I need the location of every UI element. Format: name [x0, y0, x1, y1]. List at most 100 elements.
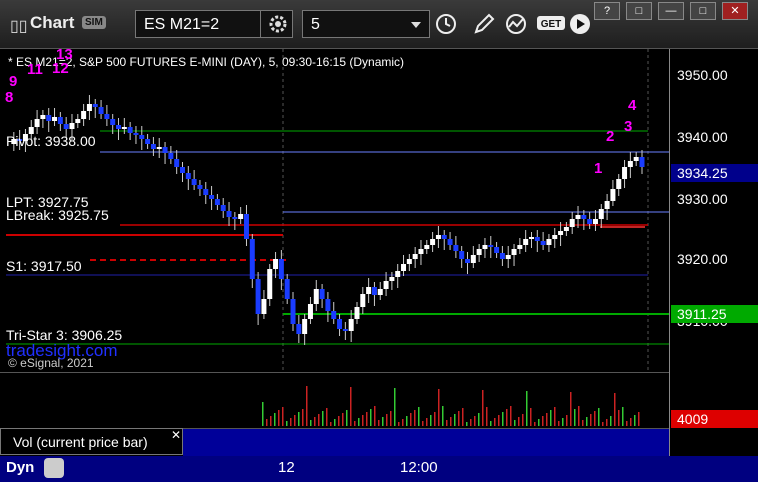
clock-icon[interactable]	[434, 12, 458, 36]
count-label: 9	[9, 73, 18, 90]
maximize-button[interactable]: □	[690, 2, 716, 20]
volume-bar	[410, 413, 412, 426]
candle-body	[325, 299, 331, 311]
candle-body	[540, 241, 546, 245]
candle-body	[569, 219, 575, 227]
candle-body	[307, 304, 313, 319]
volume-bar	[270, 416, 272, 426]
candle-body	[505, 255, 511, 259]
volume-bar	[282, 407, 284, 426]
window-title: Chart	[30, 13, 75, 32]
candle-body	[249, 239, 255, 279]
help-button[interactable]: ?	[594, 2, 620, 20]
volume-bar	[386, 414, 388, 426]
candle-body	[69, 123, 75, 129]
candle-body	[476, 249, 482, 255]
volume-bar	[442, 406, 444, 426]
volume-bar	[558, 421, 560, 426]
get-data-icon[interactable]: GET	[536, 12, 566, 36]
y-tick-label: 3950.00	[677, 67, 728, 83]
candle-body	[57, 117, 63, 124]
candle-body	[587, 219, 593, 224]
play-icon[interactable]	[568, 12, 592, 36]
interval-select[interactable]: 5	[302, 10, 430, 38]
candle-body	[581, 215, 587, 219]
volume-canvas	[262, 386, 640, 426]
indicator-icon[interactable]	[504, 12, 528, 36]
candle-body	[494, 247, 500, 253]
volume-bar	[446, 420, 448, 426]
candle-body	[598, 209, 604, 219]
dyn-button[interactable]: Dyn	[0, 456, 44, 482]
candle-body	[639, 157, 645, 167]
candle-body	[459, 251, 465, 259]
candle-body	[127, 127, 133, 133]
candle-body	[40, 115, 46, 119]
candle-body	[447, 239, 453, 245]
gear-icon[interactable]	[268, 14, 288, 34]
candle-body	[633, 157, 639, 161]
candle-body	[499, 253, 505, 259]
volume-bar	[498, 415, 500, 426]
minimize-button[interactable]: —	[658, 2, 684, 20]
symbol-value: ES M21=2	[144, 16, 220, 33]
volume-bar	[602, 422, 604, 426]
time-axis[interactable]	[0, 456, 758, 482]
volume-bar	[314, 417, 316, 426]
candle-body	[214, 199, 220, 205]
volume-bar	[634, 415, 636, 426]
candle-body	[284, 279, 290, 299]
candle-body	[401, 264, 407, 271]
volume-bar	[574, 409, 576, 426]
candle-body	[482, 245, 488, 249]
candle-body	[75, 119, 81, 123]
volume-bar	[458, 411, 460, 426]
volume-bar	[518, 417, 520, 426]
volume-bar	[618, 410, 620, 426]
lbreak-label: LBreak: 3925.75	[6, 207, 109, 223]
candle-body	[168, 153, 174, 159]
close-icon[interactable]: ✕	[171, 428, 181, 442]
volume-bar	[390, 411, 392, 426]
candle-body	[104, 114, 110, 119]
volume-bar	[398, 422, 400, 426]
volume-bar	[406, 416, 408, 426]
candle-body	[342, 329, 348, 331]
candle-body	[383, 281, 389, 289]
restore-button[interactable]: □	[626, 2, 652, 20]
count-label: 3	[624, 118, 633, 135]
close-button[interactable]: ✕	[722, 2, 748, 20]
candle-body	[528, 237, 534, 239]
candle-body	[319, 289, 325, 299]
candle-body	[395, 271, 401, 277]
count-label: 4	[628, 97, 637, 114]
lock-icon[interactable]	[44, 458, 64, 478]
volume-bar	[294, 415, 296, 426]
volume-bar	[534, 422, 536, 426]
volume-bar	[546, 413, 548, 426]
candle-body	[511, 249, 517, 255]
candle-body	[575, 215, 581, 219]
count-label: 1	[594, 160, 603, 177]
volume-value-tag: 4009	[671, 410, 758, 428]
volume-bar	[522, 414, 524, 426]
volume-bar	[622, 407, 624, 426]
volume-bar	[462, 408, 464, 426]
interval-value: 5	[311, 16, 320, 33]
candle-body	[360, 294, 366, 307]
symbol-input[interactable]: ES M21=2	[135, 10, 293, 38]
volume-bar	[598, 408, 600, 426]
volume-bar	[510, 406, 512, 426]
volume-bar	[538, 419, 540, 426]
candle-body	[563, 227, 569, 231]
candle-body	[278, 259, 284, 279]
volume-bar	[494, 418, 496, 426]
candle-body	[121, 127, 127, 129]
candle-body	[389, 277, 395, 281]
pencil-icon[interactable]	[472, 12, 496, 36]
candle-body	[424, 245, 430, 249]
candle-body	[296, 324, 302, 334]
volume-bar	[478, 413, 480, 426]
volume-bar	[610, 416, 612, 426]
volume-bar	[266, 419, 268, 426]
